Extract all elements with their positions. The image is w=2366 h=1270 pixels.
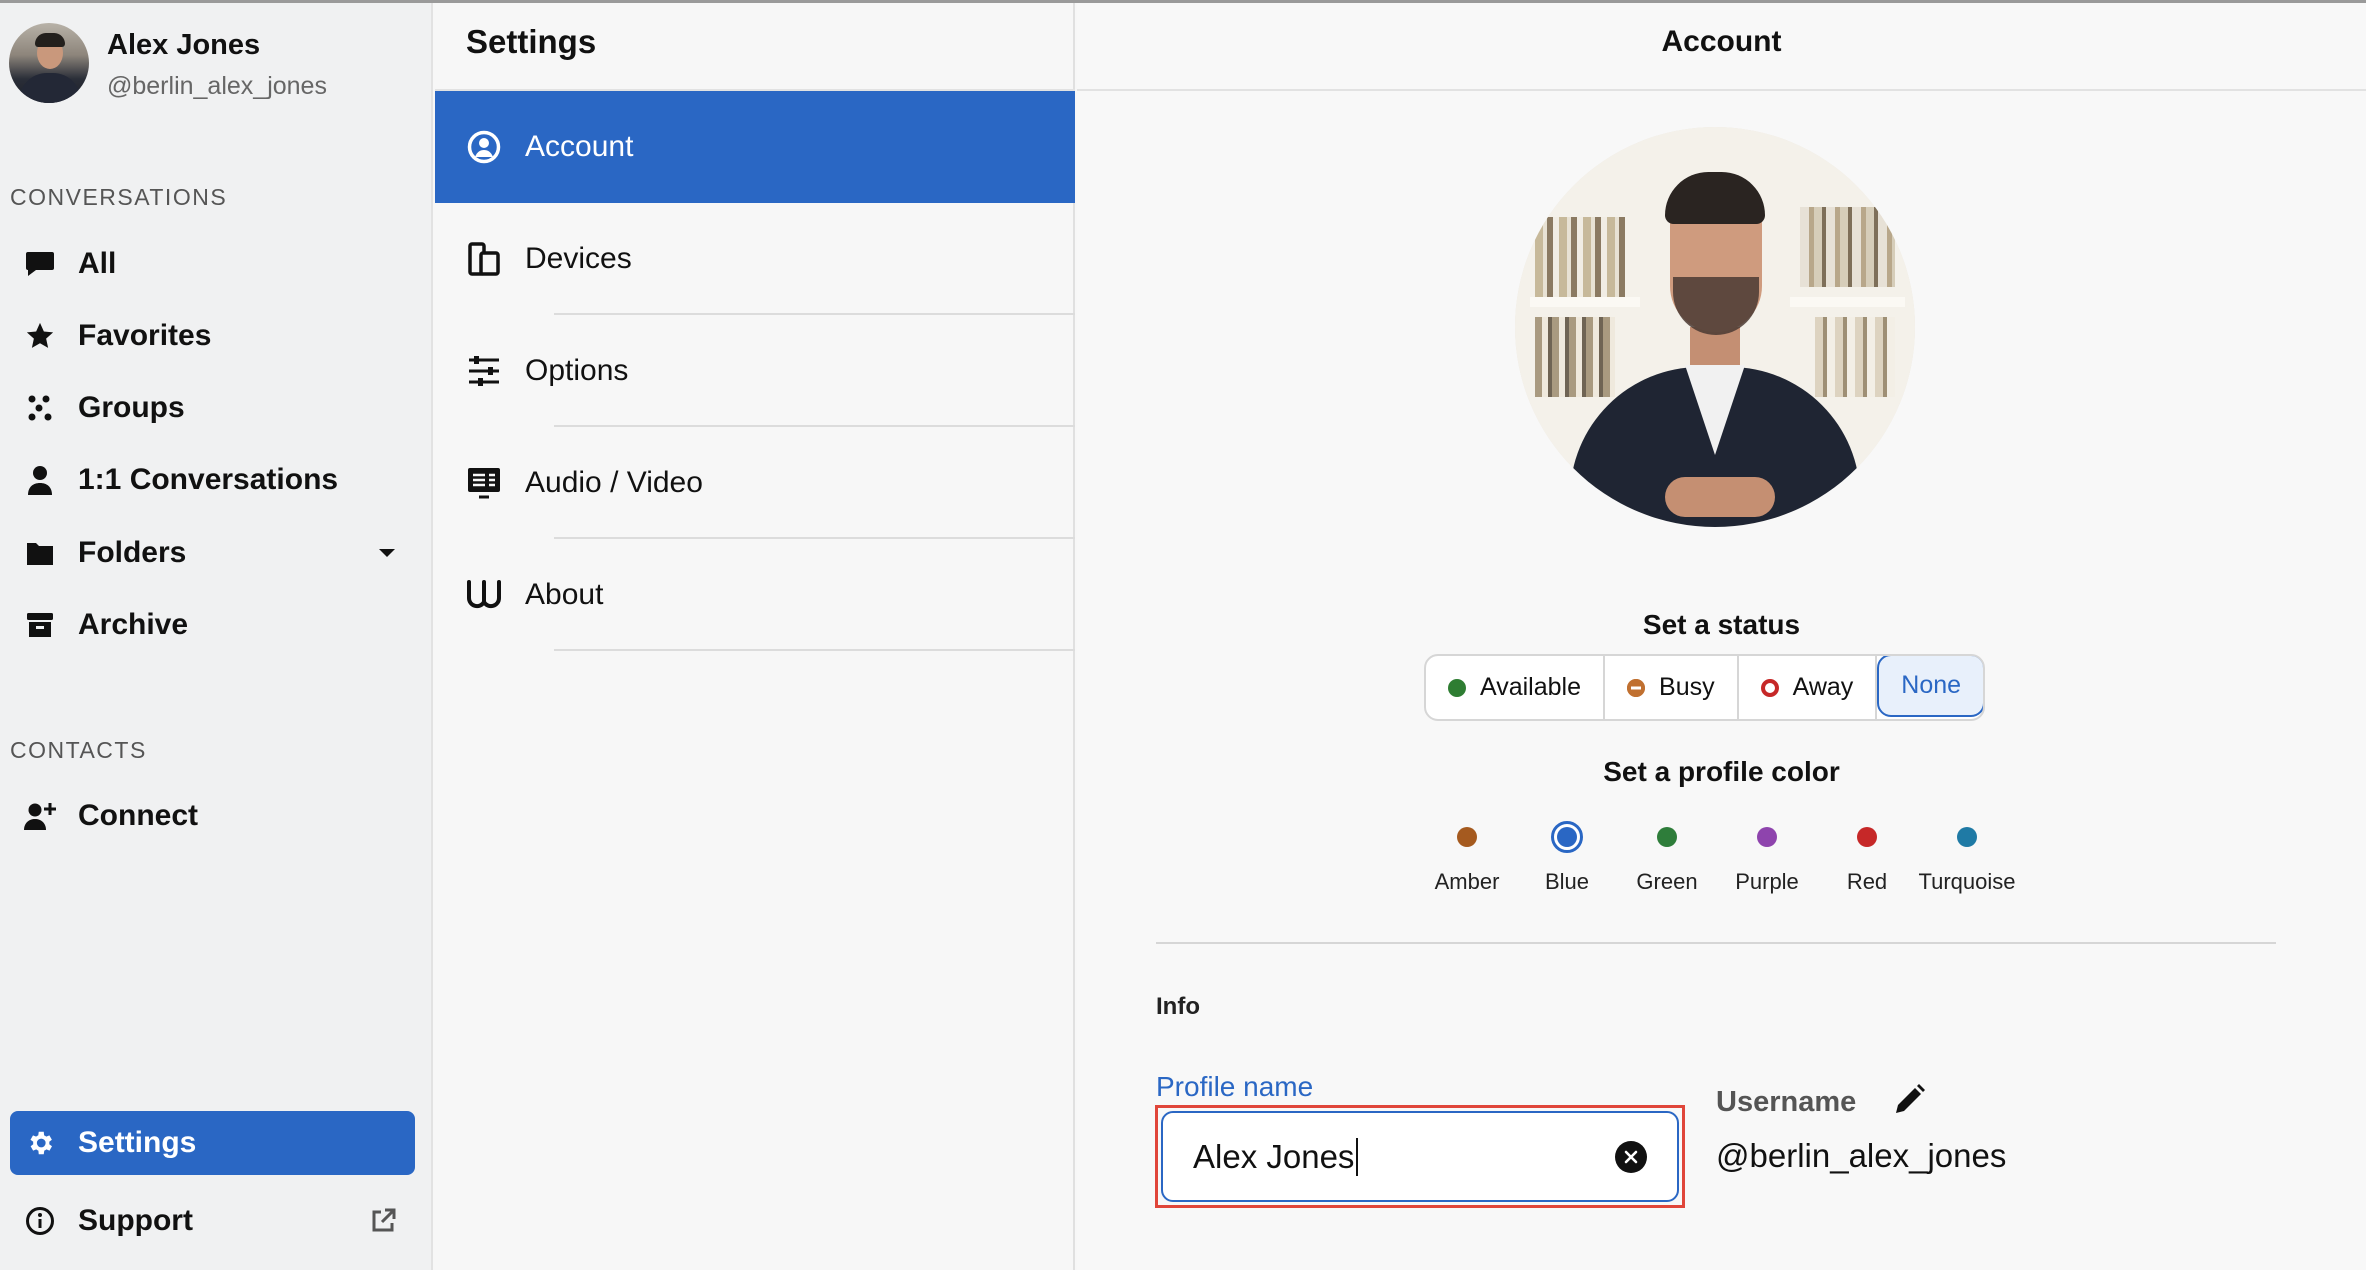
- away-ring-icon: [1760, 678, 1779, 697]
- sidebar-item-one-to-one[interactable]: 1:1 Conversations: [10, 449, 415, 511]
- purple-swatch: [1757, 827, 1777, 847]
- settings-title: Settings: [466, 23, 597, 60]
- amber-swatch: [1457, 827, 1477, 847]
- chevron-down-icon[interactable]: [377, 547, 397, 559]
- page-title: Account: [1661, 25, 1782, 58]
- sliders-icon: [395, 355, 513, 387]
- status-none-button[interactable]: None: [1877, 656, 1984, 717]
- status-busy-button[interactable]: Busy: [1605, 656, 1739, 719]
- contacts-section-label: CONTACTS: [10, 737, 147, 763]
- settings-item-audio-video[interactable]: Audio / Video: [435, 427, 1075, 539]
- busy-dot-icon: [1627, 678, 1646, 697]
- color-option-red[interactable]: Red: [1817, 821, 1917, 895]
- profile-name-label: Profile name: [1156, 1071, 1314, 1102]
- info-icon: [10, 1206, 70, 1236]
- username-value: @berlin_alex_jones: [1716, 1137, 2007, 1174]
- clear-input-icon[interactable]: [1615, 1140, 1647, 1173]
- settings-item-devices[interactable]: Devices: [435, 203, 1075, 315]
- green-swatch: [1657, 827, 1677, 847]
- divider: [1156, 942, 2276, 944]
- status-title: Set a status: [1642, 609, 1801, 640]
- gear-icon: [10, 1128, 70, 1158]
- red-swatch: [1857, 827, 1877, 847]
- profile-picture[interactable]: [1515, 127, 1915, 527]
- sidebar-item-all[interactable]: All: [10, 233, 415, 295]
- sidebar-item-connect[interactable]: Connect: [10, 785, 415, 847]
- sidebar-item-favorites[interactable]: Favorites: [10, 305, 415, 367]
- user-profile[interactable]: Alex Jones @berlin_alex_jones: [9, 23, 327, 103]
- user-handle: @berlin_alex_jones: [107, 72, 327, 100]
- audio-video-icon: [395, 467, 513, 499]
- pencil-edit-icon[interactable]: [1892, 1083, 1926, 1122]
- account-icon: [395, 130, 513, 164]
- status-away-button[interactable]: Away: [1739, 656, 1878, 719]
- username-label: Username: [1716, 1086, 1857, 1118]
- status-available-button[interactable]: Available: [1426, 656, 1606, 719]
- sidebar-item-settings[interactable]: Settings: [10, 1111, 415, 1175]
- color-option-turquoise[interactable]: Turquoise: [1917, 821, 2017, 895]
- add-person-icon: [10, 801, 70, 831]
- wire-logo-icon: [395, 580, 513, 610]
- external-link-icon[interactable]: [369, 1207, 397, 1235]
- profile-name-focus-outline: Alex Jones: [1155, 1105, 1685, 1208]
- folder-icon: [10, 539, 70, 567]
- settings-panel: Settings Account Devices Options Audio /…: [435, 3, 1075, 1270]
- color-option-green[interactable]: Green: [1617, 821, 1717, 895]
- info-section-label: Info: [1156, 993, 1200, 1020]
- color-option-amber[interactable]: Amber: [1417, 821, 1517, 895]
- sidebar: Alex Jones @berlin_alex_jones CONVERSATI…: [0, 3, 433, 1270]
- available-dot-icon: [1448, 678, 1466, 697]
- settings-item-options[interactable]: Options: [435, 315, 1075, 427]
- sidebar-item-archive[interactable]: Archive: [10, 594, 415, 656]
- avatar[interactable]: [9, 23, 89, 103]
- profile-color-picker: Amber Blue Green Purple Red Turquoise: [1417, 821, 2017, 895]
- color-option-blue[interactable]: Blue: [1517, 821, 1617, 895]
- person-icon: [10, 465, 70, 495]
- divider: [1077, 89, 2366, 91]
- color-option-purple[interactable]: Purple: [1717, 821, 1817, 895]
- star-icon: [10, 321, 70, 351]
- sidebar-item-support[interactable]: Support: [10, 1190, 415, 1252]
- groups-icon: [10, 393, 70, 423]
- profile-name-input[interactable]: Alex Jones: [1161, 1111, 1679, 1202]
- devices-icon: [395, 242, 513, 276]
- sidebar-item-groups[interactable]: Groups: [10, 377, 415, 439]
- chat-bubble-icon: [10, 250, 70, 278]
- profile-name-value[interactable]: Alex Jones: [1193, 1137, 1359, 1176]
- archive-icon: [10, 611, 70, 639]
- user-name: Alex Jones: [107, 29, 261, 61]
- sidebar-item-folders[interactable]: Folders: [10, 522, 415, 584]
- blue-swatch-selected: [1551, 821, 1583, 853]
- settings-item-account[interactable]: Account: [435, 91, 1075, 203]
- account-panel: Account Set a status Available Busy Away…: [1077, 3, 2366, 1270]
- conversations-section-label: CONVERSATIONS: [10, 184, 228, 210]
- settings-item-about[interactable]: About: [435, 539, 1075, 651]
- profile-color-title: Set a profile color: [1603, 756, 1840, 787]
- status-selector: Available Busy Away None: [1424, 654, 1986, 721]
- divider: [554, 649, 1075, 651]
- turquoise-swatch: [1957, 827, 1977, 847]
